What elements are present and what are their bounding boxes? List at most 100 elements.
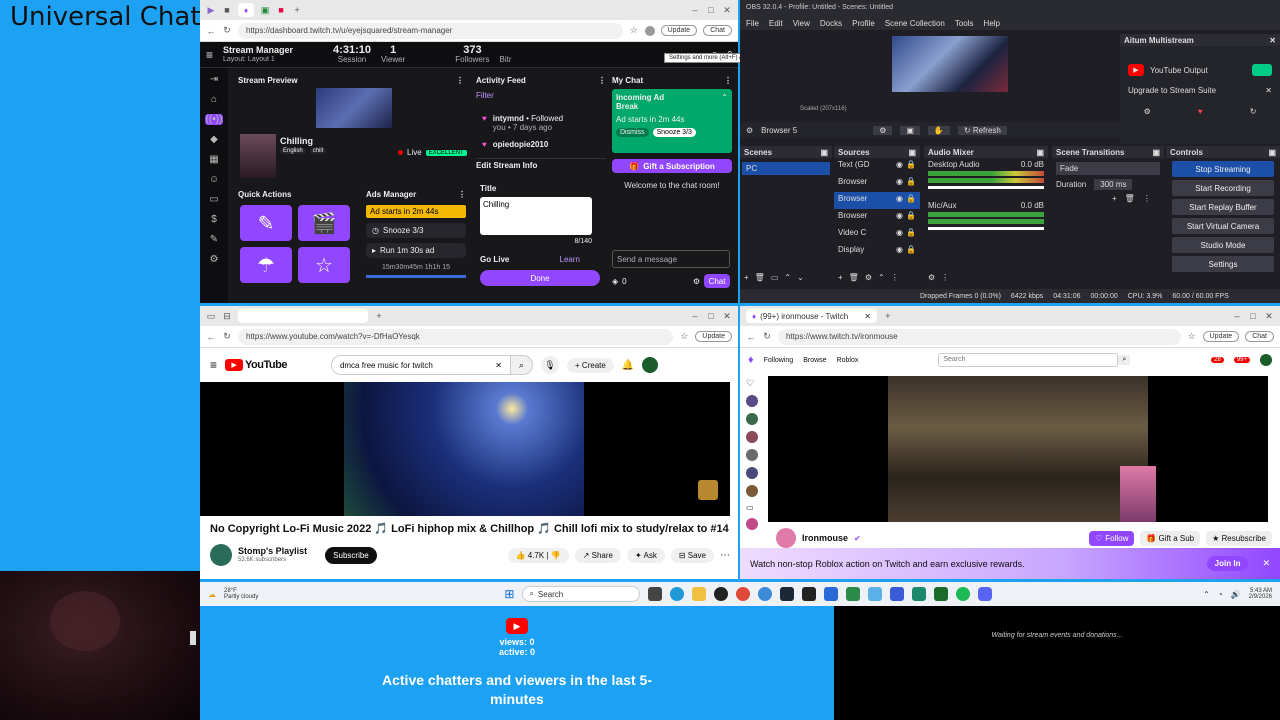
more-icon[interactable]: ⋮	[456, 76, 464, 85]
more-icon[interactable]: ⋮	[1143, 194, 1151, 203]
back-icon[interactable]: ←	[206, 26, 216, 36]
followed-channel-avatar[interactable]	[746, 485, 758, 497]
mic-slider[interactable]	[928, 227, 1044, 230]
gear-icon[interactable]: ⚙	[928, 273, 935, 282]
channel-points-icon[interactable]: ◈	[612, 277, 618, 286]
weather-desc[interactable]: Partly cloudy	[224, 594, 258, 600]
content-icon[interactable]: ▭	[209, 194, 218, 205]
lock-icon[interactable]: 🔒	[906, 228, 916, 241]
update-button[interactable]: Update	[695, 331, 732, 342]
search-icon[interactable]: ⌕	[510, 355, 533, 375]
source-item[interactable]: Browser ◉ 🔒	[834, 192, 920, 209]
app-icon[interactable]	[868, 587, 883, 601]
collapse-icon[interactable]: ⌃	[721, 93, 728, 111]
more-icon[interactable]: ⋮	[598, 76, 606, 85]
chrome-icon[interactable]	[736, 587, 751, 601]
close-icon[interactable]: ✕	[1264, 311, 1274, 321]
new-tab-icon[interactable]: +	[374, 311, 384, 321]
start-recording-button[interactable]: Start Recording	[1172, 180, 1274, 196]
new-tab-icon[interactable]: +	[292, 5, 302, 15]
create-button[interactable]: + Create	[566, 357, 614, 373]
transition-select[interactable]: Fade	[1056, 162, 1160, 175]
refresh-icon[interactable]: ↻	[1250, 107, 1257, 116]
lock-icon[interactable]: 🔒	[906, 245, 916, 258]
lock-icon[interactable]: 🔒	[906, 194, 916, 207]
close-icon[interactable]: ✕	[1265, 86, 1272, 95]
stop-streaming-button[interactable]: Stop Streaming	[1172, 161, 1274, 177]
edge-icon[interactable]	[670, 587, 685, 601]
tag[interactable]: English	[280, 148, 306, 154]
properties-icon[interactable]: ⚙	[873, 125, 893, 135]
minimize-icon[interactable]: –	[1232, 311, 1242, 321]
profile-icon[interactable]	[644, 25, 655, 36]
eye-icon[interactable]: ◉	[896, 160, 903, 173]
lock-icon[interactable]: 🔒	[906, 177, 916, 190]
eye-icon[interactable]: ◉	[896, 211, 903, 224]
up-icon[interactable]: ⌃	[784, 273, 791, 282]
reload-icon[interactable]: ↻	[762, 331, 772, 342]
dismiss-button[interactable]: Dismiss	[616, 128, 649, 137]
new-tab-icon[interactable]: +	[883, 311, 893, 321]
close-tab-icon[interactable]: ✕	[864, 312, 871, 321]
share-button[interactable]: ↗ Share	[574, 547, 621, 563]
network-icon[interactable]: ◔	[1218, 590, 1223, 599]
url-bar[interactable]: https://www.twitch.tv/ironmouse	[778, 328, 1181, 345]
lock-icon[interactable]: 🔒	[906, 211, 916, 224]
star-icon[interactable]: ☆	[1187, 331, 1197, 342]
taskbar-search[interactable]: ⌕ Search	[522, 586, 641, 602]
url-bar[interactable]: https://www.youtube.com/watch?v=-DfHaOYe…	[238, 328, 674, 345]
notification-badge[interactable]: 28	[1211, 357, 1224, 363]
maximize-icon[interactable]: □	[706, 5, 716, 15]
analytics-icon[interactable]: ▦	[209, 154, 218, 165]
whisper-badge[interactable]: 99+	[1233, 357, 1250, 363]
add-icon[interactable]: +	[1112, 194, 1117, 203]
trash-icon[interactable]: 🗑	[849, 273, 859, 282]
title-input[interactable]: Chilling	[480, 197, 592, 235]
reload-icon[interactable]: ↻	[222, 331, 232, 342]
video-player[interactable]	[768, 376, 1268, 522]
eye-icon[interactable]: ◉	[896, 194, 903, 207]
dock-icon[interactable]: ▣	[1152, 148, 1160, 157]
upgrade-button[interactable]: Upgrade to Stream Suite	[1128, 86, 1216, 95]
file-explorer-icon[interactable]	[692, 587, 707, 601]
security-icon[interactable]	[824, 587, 839, 601]
more-icon[interactable]: ⋮	[891, 273, 899, 282]
down-icon[interactable]: ⌄	[797, 273, 804, 282]
video-player[interactable]	[200, 382, 730, 516]
dock-icon[interactable]: ▣	[820, 148, 828, 157]
tab-icon[interactable]: ▣	[260, 5, 270, 15]
back-icon[interactable]: ←	[206, 332, 216, 342]
mic-icon[interactable]: 🎙	[540, 356, 559, 374]
join-in-button[interactable]: Join In	[1206, 556, 1249, 571]
edit-icon[interactable]: ✎	[210, 234, 218, 245]
spotify-icon[interactable]	[956, 587, 971, 601]
ad-duration-scale[interactable]: 15m30m45m 1h1h 15	[366, 264, 466, 271]
scene-item[interactable]: PC	[742, 162, 830, 175]
tab-icon[interactable]: ■	[276, 5, 286, 15]
menu-item[interactable]: Scene Collection	[885, 19, 945, 28]
snooze-button[interactable]: Snooze 3/3	[652, 128, 696, 137]
follow-button[interactable]: ♡ Follow	[1089, 530, 1135, 546]
trash-icon[interactable]: 🗑	[1125, 194, 1135, 203]
add-icon[interactable]: +	[744, 273, 749, 282]
eye-icon[interactable]: ◉	[896, 228, 903, 241]
weather-icon[interactable]: ☁	[208, 590, 216, 599]
trash-icon[interactable]: 🗑	[755, 273, 765, 282]
task-view-icon[interactable]	[648, 587, 663, 601]
learn-link[interactable]: Learn	[560, 255, 580, 264]
url-bar[interactable]: https://dashboard.twitch.tv/u/eyejsquare…	[238, 22, 623, 39]
up-icon[interactable]: ⌃	[878, 273, 885, 282]
bell-icon[interactable]: 🔔	[622, 360, 634, 371]
search-icon[interactable]: ⌕	[1118, 355, 1131, 365]
tag[interactable]: chill	[309, 148, 327, 154]
followed-channel-avatar[interactable]	[746, 431, 758, 443]
search-input[interactable]: dmca free music for twitch ✕	[330, 355, 511, 375]
duration-input[interactable]: 300 ms	[1094, 179, 1133, 190]
refresh-button[interactable]: ↻ Refresh	[957, 125, 1007, 135]
start-icon[interactable]: ⊞	[504, 587, 514, 601]
layout-label[interactable]: Layout: Layout 1	[223, 56, 293, 64]
menu-item[interactable]: Edit	[769, 19, 783, 28]
quick-action-clip[interactable]: 🎬	[298, 205, 350, 241]
followed-channel-avatar[interactable]	[746, 395, 758, 407]
star-icon[interactable]: ☆	[679, 331, 689, 342]
